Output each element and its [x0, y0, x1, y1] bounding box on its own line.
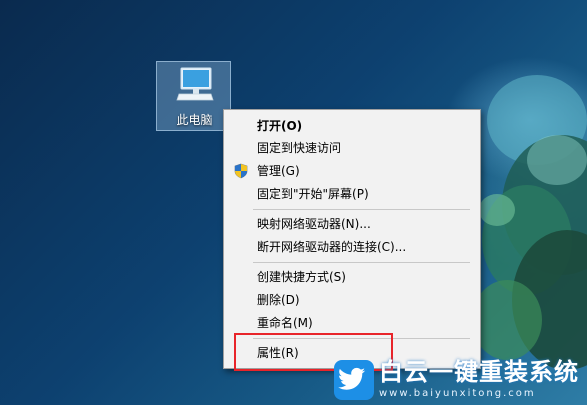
watermark-title: 白云一键重装系统	[379, 358, 579, 386]
menu-item-label: 重命名(M)	[257, 316, 313, 330]
menu-item-label: 断开网络驱动器的连接(C)...	[257, 240, 407, 254]
desktop-icon-label: 此电脑	[176, 113, 213, 127]
menu-item-open[interactable]: 打开(O)	[224, 115, 480, 137]
menu-item-pin-quick-access[interactable]: 固定到快速访问	[224, 137, 480, 159]
twitter-bird-icon	[334, 360, 374, 400]
menu-item-rename[interactable]: 重命名(M)	[224, 312, 480, 334]
menu-item-label: 固定到"开始"屏幕(P)	[257, 187, 369, 201]
wallpaper-foliage	[472, 75, 587, 370]
menu-item-disconnect-network-drive[interactable]: 断开网络驱动器的连接(C)...	[224, 236, 480, 258]
menu-separator	[253, 209, 470, 210]
menu-item-label: 固定到快速访问	[257, 141, 342, 155]
menu-separator	[253, 262, 470, 263]
menu-item-create-shortcut[interactable]: 创建快捷方式(S)	[224, 266, 480, 288]
menu-item-manage[interactable]: 管理(G)	[224, 160, 480, 182]
desktop[interactable]: 此电脑 打开(O) 固定到快速访问 管理(G) 固定到"开始"屏幕(P) 映射网…	[0, 0, 587, 405]
menu-item-delete[interactable]: 删除(D)	[224, 289, 480, 311]
menu-item-label: 删除(D)	[257, 293, 300, 307]
this-pc-desktop-icon[interactable]: 此电脑	[156, 61, 231, 131]
menu-item-label: 创建快捷方式(S)	[257, 270, 346, 284]
menu-item-label: 管理(G)	[257, 164, 300, 178]
menu-item-label: 打开(O)	[257, 119, 303, 133]
watermark: 白云一键重装系统 www.baiyunxitong.com	[333, 357, 587, 405]
menu-item-map-network-drive[interactable]: 映射网络驱动器(N)...	[224, 213, 480, 235]
watermark-url: www.baiyunxitong.com	[379, 388, 536, 399]
menu-item-pin-start[interactable]: 固定到"开始"屏幕(P)	[224, 183, 480, 205]
menu-item-label: 映射网络驱动器(N)...	[257, 217, 371, 231]
context-menu: 打开(O) 固定到快速访问 管理(G) 固定到"开始"屏幕(P) 映射网络驱动器…	[223, 109, 481, 369]
computer-monitor-icon	[176, 67, 214, 101]
uac-shield-icon	[234, 163, 248, 179]
